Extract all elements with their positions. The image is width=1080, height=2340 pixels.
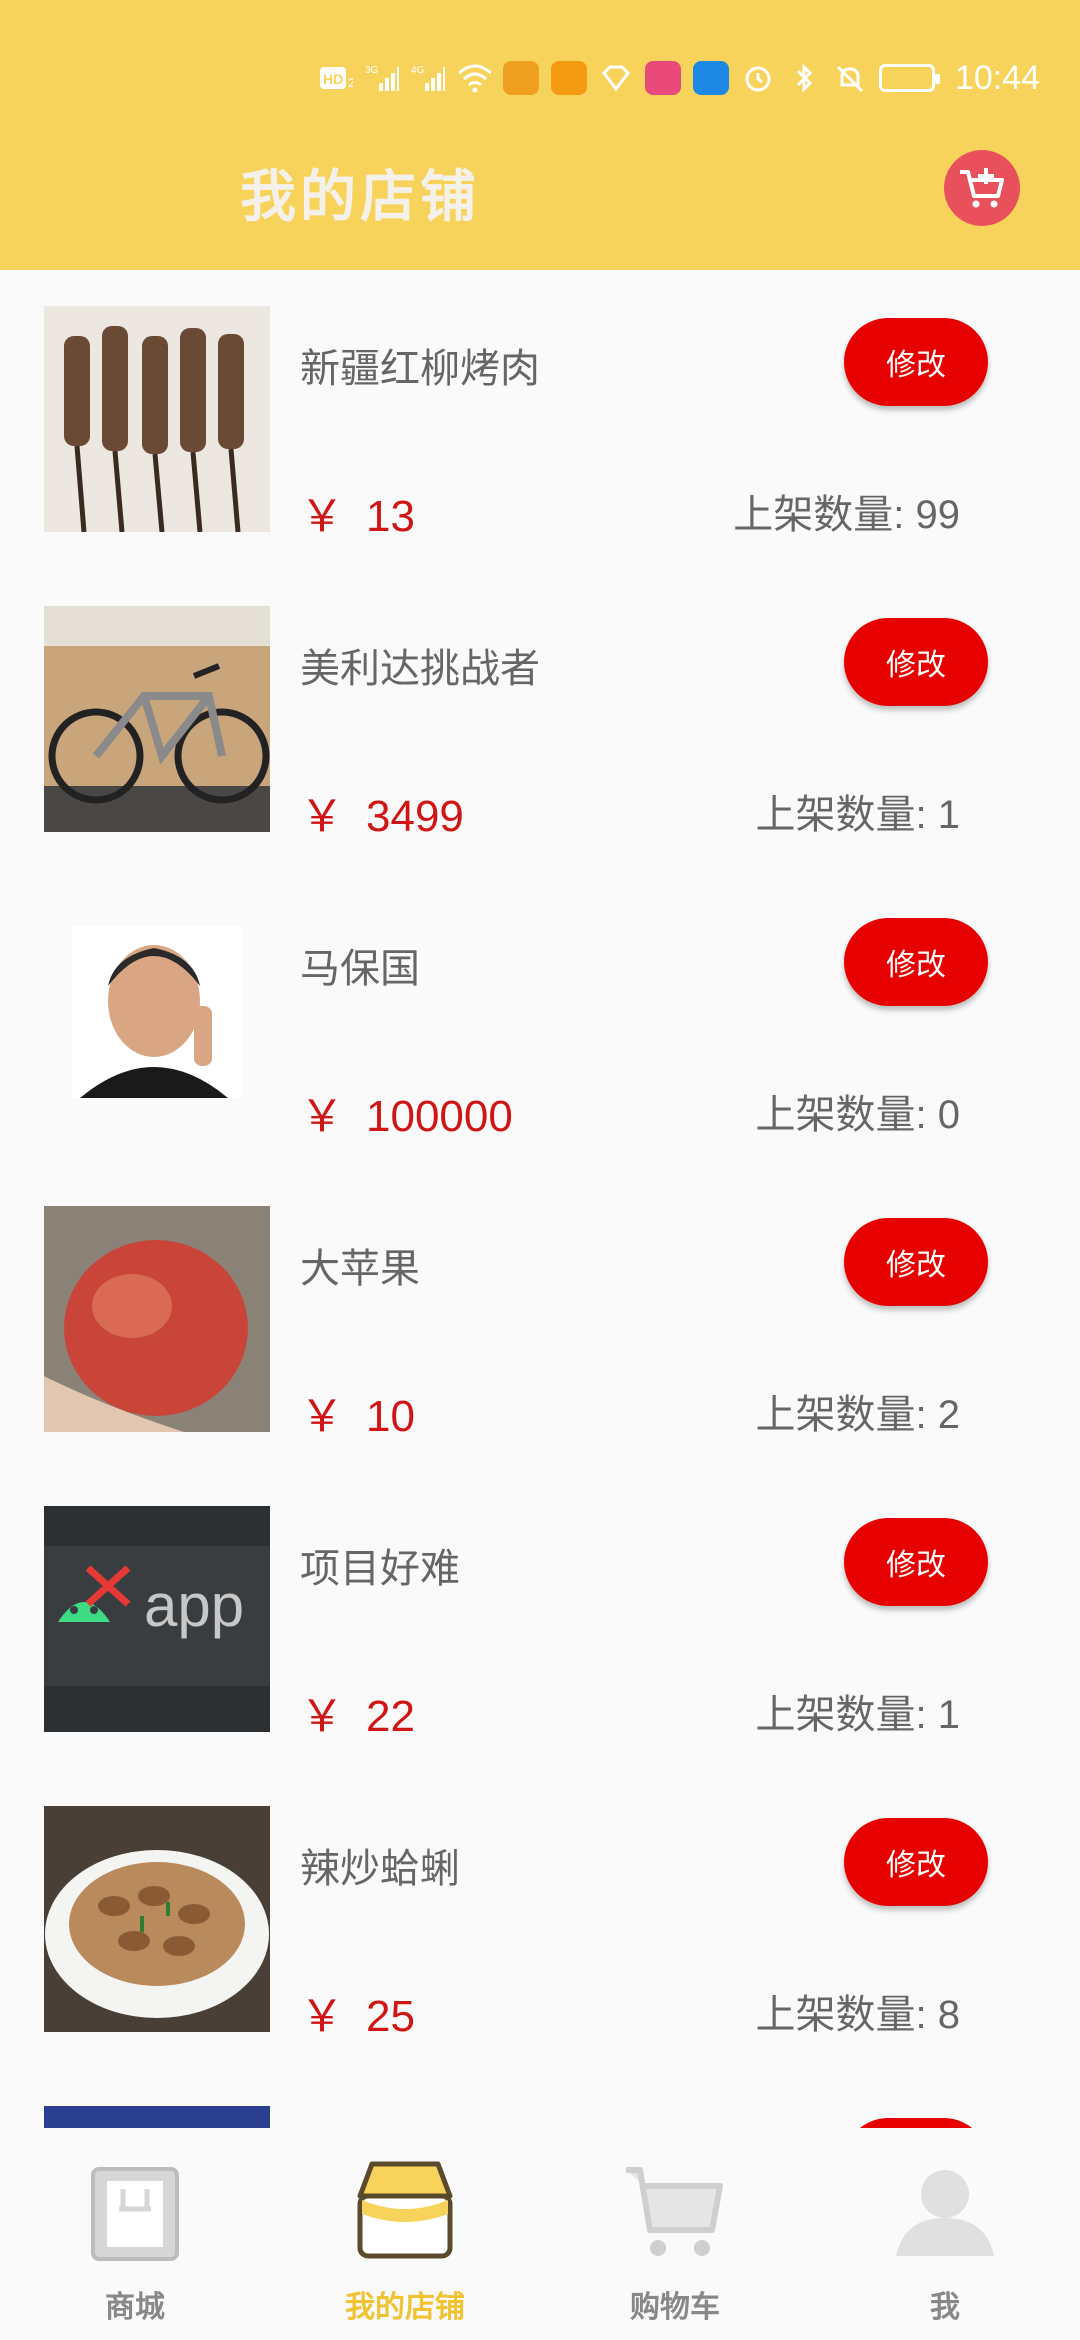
list-item[interactable]: 美利达挑战者 修改 ￥ 3499 上架数量: 1 xyxy=(0,570,1080,870)
nav-item-cart[interactable]: 购物车 xyxy=(540,2128,810,2340)
price-value: 13 xyxy=(366,492,415,541)
my-shop-icon xyxy=(350,2156,460,2266)
page-title: 我的店铺 xyxy=(240,165,480,230)
currency-symbol: ￥ xyxy=(300,1392,344,1441)
list-item[interactable]: 新疆红柳烤肉 修改 ￥ 13 上架数量: 99 xyxy=(0,270,1080,570)
nav-label: 我的店铺 xyxy=(345,2290,465,2325)
list-item[interactable]: 辣炒蛤蜊 修改 ￥ 25 上架数量: 8 xyxy=(0,1770,1080,2070)
list-item-partial[interactable] xyxy=(0,2070,1080,2128)
price-value: 10 xyxy=(366,1392,415,1441)
nav-label: 购物车 xyxy=(630,2290,720,2325)
price-value: 22 xyxy=(366,1692,415,1741)
stock-count: 上架数量: 1 xyxy=(755,793,960,837)
edit-button[interactable]: 修改 xyxy=(844,918,988,1006)
product-image-kebab xyxy=(44,306,270,532)
currency-symbol: ￥ xyxy=(300,1092,344,1141)
svg-text:2: 2 xyxy=(348,76,353,90)
product-image-bicycle xyxy=(44,606,270,832)
svg-text:app: app xyxy=(144,1572,244,1639)
product-image-clams xyxy=(44,1806,270,2032)
product-image-apple xyxy=(44,1206,270,1432)
book-icon xyxy=(550,61,587,95)
edit-button[interactable]: 修改 xyxy=(844,618,988,706)
store-icon xyxy=(80,2156,190,2266)
hotspot-icon xyxy=(692,61,729,95)
battery-icon xyxy=(878,64,940,92)
mute-icon xyxy=(833,63,867,93)
product-name: 项目好难 xyxy=(300,1546,460,1592)
svg-text:4G: 4G xyxy=(411,65,425,76)
cart-icon xyxy=(620,2156,730,2266)
stock-count: 上架数量: 2 xyxy=(755,1393,960,1437)
svg-text:HD: HD xyxy=(323,71,343,87)
stock-count: 上架数量: 99 xyxy=(733,493,960,537)
status-time: 10:44 xyxy=(954,58,1040,97)
stock-count: 上架数量: 0 xyxy=(755,1093,960,1137)
status-bar: HD 2 3G 4G 10:44 xyxy=(319,56,1040,100)
bottom-nav: 商城 我的店铺 购物车 我 xyxy=(0,2128,1080,2340)
nav-item-store[interactable]: 商城 xyxy=(0,2128,270,2340)
nav-item-profile[interactable]: 我 xyxy=(810,2128,1080,2340)
app-icon-2 xyxy=(644,61,681,95)
nav-label: 商城 xyxy=(105,2290,165,2325)
price-value: 100000 xyxy=(366,1092,513,1141)
currency-symbol: ￥ xyxy=(300,492,344,541)
hd-icon: HD 2 xyxy=(319,63,353,93)
product-price: ￥ 22 xyxy=(300,1680,415,1744)
add-to-cart-icon xyxy=(960,168,1004,208)
product-image-android-app: app xyxy=(44,1506,270,1732)
product-image-portrait xyxy=(44,906,270,1132)
nav-label: 我 xyxy=(930,2290,960,2325)
app-header: HD 2 3G 4G 10:44 我的店铺 xyxy=(0,0,1080,270)
edit-button[interactable]: 修改 xyxy=(844,1218,988,1306)
profile-icon xyxy=(890,2156,1000,2266)
product-price: ￥ 100000 xyxy=(300,1080,513,1144)
app-icon xyxy=(502,61,539,95)
currency-symbol: ￥ xyxy=(300,1692,344,1741)
product-name: 美利达挑战者 xyxy=(300,646,540,692)
stock-count: 上架数量: 8 xyxy=(755,1993,960,2037)
product-list[interactable]: 新疆红柳烤肉 修改 ￥ 13 上架数量: 99 美利达挑战者 修改 ￥ 3499 上… xyxy=(0,270,1080,2128)
signal-3g-icon: 3G xyxy=(365,63,399,93)
product-price: ￥ 3499 xyxy=(300,780,464,844)
wifi-icon xyxy=(457,63,491,93)
list-item[interactable]: app 项目好难 修改 ￥ 22 上架数量: 1 xyxy=(0,1470,1080,1770)
nav-item-my-shop[interactable]: 我的店铺 xyxy=(270,2128,540,2340)
price-value: 25 xyxy=(366,1992,415,2041)
svg-text:3G: 3G xyxy=(365,65,379,76)
stock-count: 上架数量: 1 xyxy=(755,1693,960,1737)
list-item[interactable]: 马保国 修改 ￥ 100000 上架数量: 0 xyxy=(0,870,1080,1170)
signal-4g-icon: 4G xyxy=(411,63,445,93)
product-image-partial xyxy=(44,2106,270,2128)
alarm-icon xyxy=(741,63,775,93)
heart-icon xyxy=(599,63,633,93)
bluetooth-icon xyxy=(787,63,821,93)
edit-button[interactable]: 修改 xyxy=(844,318,988,406)
price-value: 3499 xyxy=(366,792,464,841)
edit-button[interactable]: 修改 xyxy=(844,1818,988,1906)
currency-symbol: ￥ xyxy=(300,1992,344,2041)
product-name: 马保国 xyxy=(300,946,420,992)
product-price: ￥ 13 xyxy=(300,480,415,544)
edit-button[interactable]: 修改 xyxy=(844,1518,988,1606)
product-name: 大苹果 xyxy=(300,1246,420,1292)
edit-button-partial[interactable] xyxy=(844,2118,988,2128)
product-name: 新疆红柳烤肉 xyxy=(300,346,540,392)
product-price: ￥ 25 xyxy=(300,1980,415,2044)
currency-symbol: ￥ xyxy=(300,792,344,841)
list-item[interactable]: 大苹果 修改 ￥ 10 上架数量: 2 xyxy=(0,1170,1080,1470)
product-name: 辣炒蛤蜊 xyxy=(300,1846,460,1892)
product-price: ￥ 10 xyxy=(300,1380,415,1444)
add-to-cart-button[interactable] xyxy=(944,150,1020,226)
